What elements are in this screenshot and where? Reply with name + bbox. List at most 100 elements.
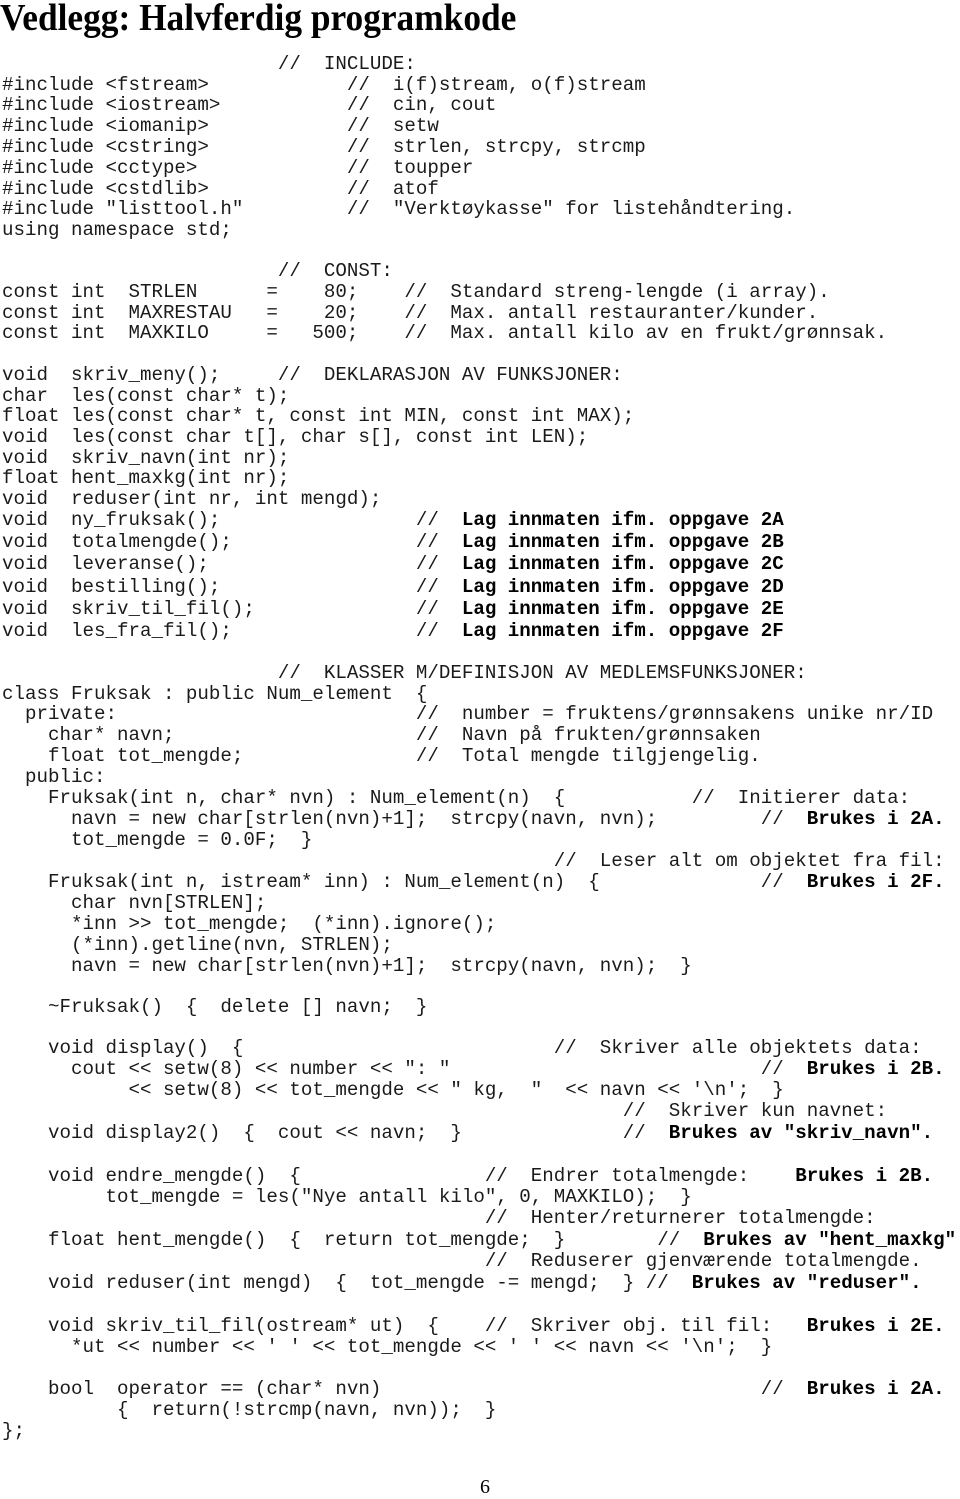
code-text: float hent_maxkg(int nr);: [2, 467, 290, 489]
code-text: void les_fra_fil(); //: [2, 620, 462, 642]
code-line: #include <cstring> // strlen, strcpy, st…: [2, 136, 646, 158]
code-line: navn = new char[strlen(nvn)+1]; strcpy(n…: [2, 955, 692, 977]
code-text: public:: [2, 766, 106, 788]
code-line: using namespace std;: [2, 219, 232, 241]
code-line: *inn >> tot_mengde; (*inn).ignore();: [2, 913, 496, 935]
code-text: char* navn; // Navn på frukten/grønnsake…: [2, 724, 761, 746]
code-text: tot_mengde = les("Nye antall kilo", 0, M…: [2, 1186, 692, 1208]
bold-comment: Brukes i 2F.: [806, 871, 945, 893]
code-text: { return(!strcmp(navn, nvn)); }: [2, 1399, 497, 1421]
code-text: *inn >> tot_mengde; (*inn).ignore();: [2, 913, 497, 935]
code-text: float les(const char* t, const int MIN, …: [2, 405, 635, 427]
code-text: tot_mengde = 0.0F; }: [2, 829, 313, 851]
code-text: #include <cstring> // strlen, strcpy, st…: [2, 136, 646, 158]
code-text: cout << setw(8) << number << ": " //: [2, 1058, 807, 1080]
page-title: Vedlegg: Halvferdig programkode: [0, 0, 517, 39]
code-line: cout << setw(8) << number << ": " // Bru…: [2, 1058, 945, 1080]
bold-comment: Brukes i 2A.: [806, 808, 945, 830]
code-line: // CONST:: [2, 260, 393, 282]
code-line: tot_mengde = les("Nye antall kilo", 0, M…: [2, 1186, 692, 1208]
code-line: char nvn[STRLEN];: [2, 892, 266, 914]
code-text: ~Fruksak() { delete [] navn; }: [2, 996, 428, 1018]
code-text: Fruksak(int n, istream* inn) : Num_eleme…: [2, 871, 807, 893]
code-line: #include <iostream> // cin, cout: [2, 94, 496, 116]
code-line: (*inn).getline(nvn, STRLEN);: [2, 934, 393, 956]
code-line: void leveranse(); // Lag innmaten ifm. o…: [2, 553, 784, 575]
bold-comment: Lag innmaten ifm. oppgave 2D: [461, 576, 784, 598]
code-line: const int STRLEN = 80; // Standard stren…: [2, 281, 830, 303]
code-text: #include "listtool.h" // "Verktøykasse" …: [2, 198, 796, 220]
code-line: #include "listtool.h" // "Verktøykasse" …: [2, 198, 795, 220]
code-line: const int MAXKILO = 500; // Max. antall …: [2, 322, 887, 344]
code-text: void reduser(int nr, int mengd);: [2, 488, 382, 510]
code-text: void skriv_til_fil(); //: [2, 598, 462, 620]
code-line: *ut << number << ' ' << tot_mengde << ' …: [2, 1336, 772, 1358]
code-line: Fruksak(int n, istream* inn) : Num_eleme…: [2, 871, 945, 893]
code-line: navn = new char[strlen(nvn)+1]; strcpy(n…: [2, 808, 945, 830]
code-text: char nvn[STRLEN];: [2, 892, 267, 914]
code-text: const int MAXKILO = 500; // Max. antall …: [2, 322, 888, 344]
bold-comment: Brukes av "skriv_navn".: [668, 1122, 934, 1144]
code-text: void totalmengde(); //: [2, 531, 462, 553]
code-line: };: [2, 1420, 25, 1442]
code-line: const int MAXRESTAU = 20; // Max. antall…: [2, 302, 818, 324]
code-text: bool operator == (char* nvn) //: [2, 1378, 807, 1400]
code-text: #include <cstdlib> // atof: [2, 178, 439, 200]
code-line: void reduser(int nr, int mengd);: [2, 488, 381, 510]
code-text: void skriv_til_fil(ostream* ut) { // Skr…: [2, 1315, 807, 1337]
code-text: // Skriver kun navnet:: [2, 1100, 888, 1122]
code-line: // KLASSER M/DEFINISJON AV MEDLEMSFUNKSJ…: [2, 662, 807, 684]
code-line: tot_mengde = 0.0F; }: [2, 829, 312, 851]
code-text: void reduser(int mengd) { tot_mengde -= …: [2, 1272, 692, 1294]
code-text: // Leser alt om objektet fra fil:: [2, 850, 945, 872]
code-line: void reduser(int mengd) { tot_mengde -= …: [2, 1272, 922, 1294]
code-line: float tot_mengde; // Total mengde tilgje…: [2, 745, 761, 767]
code-text: float tot_mengde; // Total mengde tilgje…: [2, 745, 761, 767]
code-line: Fruksak(int n, char* nvn) : Num_element(…: [2, 787, 910, 809]
code-text: const int STRLEN = 80; // Standard stren…: [2, 281, 830, 303]
code-text: // Henter/returnerer totalmengde:: [2, 1207, 876, 1229]
bold-comment: Brukes i 2B.: [795, 1165, 934, 1187]
bold-comment: Lag innmaten ifm. oppgave 2A: [461, 509, 784, 531]
code-text: };: [2, 1420, 25, 1442]
code-text: void ny_fruksak(); //: [2, 509, 462, 531]
code-text: void skriv_meny(); // DEKLARASJON AV FUN…: [2, 364, 623, 386]
code-line: void totalmengde(); // Lag innmaten ifm.…: [2, 531, 784, 553]
code-text: #include <fstream> // i(f)stream, o(f)st…: [2, 74, 646, 96]
code-line: char les(const char* t);: [2, 385, 289, 407]
code-text: // CONST:: [2, 260, 393, 282]
code-text: #include <iomanip> // setw: [2, 115, 439, 137]
code-line: void display() { // Skriver alle objekte…: [2, 1037, 922, 1059]
code-line: void skriv_navn(int nr);: [2, 447, 289, 469]
code-line: float hent_maxkg(int nr);: [2, 467, 289, 489]
code-line: ~Fruksak() { delete [] navn; }: [2, 996, 427, 1018]
code-line: // Reduserer gjenværende totalmengde.: [2, 1250, 922, 1272]
page-number: 6: [480, 1476, 490, 1498]
bold-comment: Brukes i 2A.: [806, 1378, 945, 1400]
code-line: void les_fra_fil(); // Lag innmaten ifm.…: [2, 620, 784, 642]
code-line: private: // number = fruktens/grønnsaken…: [2, 703, 933, 725]
code-text: (*inn).getline(nvn, STRLEN);: [2, 934, 393, 956]
code-line: class Fruksak : public Num_element {: [2, 683, 427, 705]
bold-comment: Brukes av "hent_maxkg".: [703, 1229, 960, 1251]
code-line: << setw(8) << tot_mengde << " kg, " << n…: [2, 1079, 783, 1101]
code-text: class Fruksak : public Num_element {: [2, 683, 428, 705]
code-line: #include <cctype> // toupper: [2, 157, 473, 179]
code-line: void ny_fruksak(); // Lag innmaten ifm. …: [2, 509, 784, 531]
bold-comment: Lag innmaten ifm. oppgave 2F: [461, 620, 784, 642]
code-text: // Reduserer gjenværende totalmengde.: [2, 1250, 922, 1272]
code-line: float les(const char* t, const int MIN, …: [2, 405, 634, 427]
code-line: float hent_mengde() { return tot_mengde;…: [2, 1229, 960, 1251]
bold-comment: Brukes i 2E.: [806, 1315, 945, 1337]
code-text: char les(const char* t);: [2, 385, 290, 407]
code-text: void les(const char t[], char s[], const…: [2, 426, 589, 448]
code-line: void skriv_til_fil(); // Lag innmaten if…: [2, 598, 784, 620]
code-text: navn = new char[strlen(nvn)+1]; strcpy(n…: [2, 955, 692, 977]
code-text: private: // number = fruktens/grønnsaken…: [2, 703, 934, 725]
code-line: // Leser alt om objektet fra fil:: [2, 850, 945, 872]
code-text: #include <cctype> // toupper: [2, 157, 474, 179]
code-text: *ut << number << ' ' << tot_mengde << ' …: [2, 1336, 773, 1358]
code-line: // Henter/returnerer totalmengde:: [2, 1207, 876, 1229]
code-line: #include <iomanip> // setw: [2, 115, 439, 137]
code-text: navn = new char[strlen(nvn)+1]; strcpy(n…: [2, 808, 807, 830]
